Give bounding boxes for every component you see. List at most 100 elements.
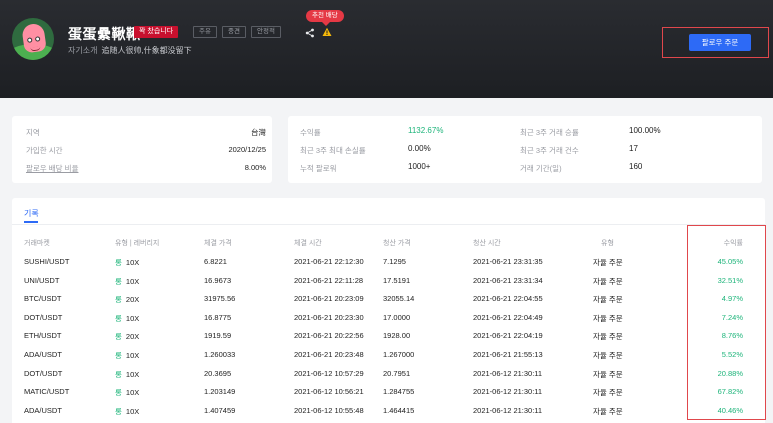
cell-exit-time: 2021-06-12 21:30:11: [473, 387, 543, 397]
cell-order-type: 자율 주문: [593, 388, 623, 398]
cell-direction: 롱 10X: [115, 406, 139, 417]
cell-entry-price: 1919.59: [204, 331, 232, 341]
direction-label: 롱: [115, 295, 122, 305]
followers-label: 누적 팔로워: [300, 164, 337, 173]
trader-tag: 안정적: [251, 26, 281, 38]
cell-direction: 롱 10X: [115, 276, 139, 287]
winrate-value: 100.00%: [629, 126, 661, 135]
full-status-badge: 꽉 찼습니다: [134, 26, 179, 38]
leverage-label: 10X: [125, 258, 140, 267]
warning-icon[interactable]: [322, 27, 332, 37]
cell-entry-price: 1.407459: [204, 405, 236, 415]
column-header-order-type: 유형: [601, 240, 614, 247]
share-icon[interactable]: [305, 28, 315, 38]
cell-entry-price: 1.203149: [204, 387, 236, 397]
joined-row: 가입한 시간 2020/12/25: [26, 145, 266, 155]
direction-label: 롱: [115, 332, 122, 342]
drawdown-label: 최근 3주 최대 손실률: [300, 146, 366, 155]
self-intro-text: 追随人很帅,什象都没留下: [101, 46, 192, 55]
direction-label: 롱: [115, 276, 122, 286]
region-row: 지역 台灣: [26, 127, 266, 137]
column-header-entry-time: 체결 시간: [294, 240, 322, 247]
drawdown-value: 0.00%: [408, 144, 431, 153]
leverage-label: 10X: [125, 276, 140, 286]
cell-order-type: 자율 주문: [593, 276, 623, 286]
follow-order-button[interactable]: 팔로우 주문: [689, 34, 751, 51]
cell-entry-price: 16.9673: [204, 275, 232, 285]
region-label: 지역: [26, 128, 40, 137]
avatar-figure: [21, 22, 47, 54]
trade-count-value: 17: [629, 144, 638, 153]
cell-exit-price: 1.284755: [383, 387, 415, 397]
cell-exit-time: 2021-06-21 23:31:34: [473, 275, 543, 285]
dividend-ratio-label[interactable]: 팔로우 배당 비율: [26, 163, 78, 174]
cell-order-type: 자율 주문: [593, 369, 623, 379]
cell-direction: 롱 20X: [115, 331, 139, 342]
cell-entry-price: 31975.56: [204, 294, 236, 304]
joined-value: 2020/12/25: [228, 145, 266, 154]
self-intro: 자기소개 追随人很帅,什象都没留下: [68, 45, 192, 56]
cell-exit-time: 2021-06-21 23:31:35: [473, 257, 543, 266]
yield-label: 수익률: [300, 128, 321, 137]
avatar[interactable]: [12, 18, 54, 60]
yield-value: 1132.67%: [408, 126, 444, 135]
joined-label: 가입한 시간: [26, 146, 63, 155]
cell-entry-time: 2021-06-12 10:56:21: [294, 387, 364, 397]
leverage-label: 10X: [125, 313, 140, 323]
tab-divider: [12, 224, 765, 225]
cell-direction: 롱 10X: [115, 257, 139, 268]
trader-tag: 중견: [222, 26, 246, 38]
cell-entry-time: 2021-06-12 10:57:29: [294, 368, 364, 378]
cell-market: DOT/USDT: [24, 312, 63, 322]
cell-market: UNI/USDT: [24, 275, 60, 285]
trader-tag: 주유: [193, 26, 217, 38]
trading-stats-card: 수익률 1132.67% 최근 3주 거래 승률 100.00% 최근 3주 최…: [288, 116, 762, 183]
trader-nickname: 蛋蛋纍鞦鞦: [68, 26, 141, 42]
cell-entry-time: 2021-06-21 22:12:30: [294, 257, 364, 266]
direction-label: 롱: [115, 258, 122, 267]
dividend-ratio-value: 8.00%: [244, 163, 266, 172]
cell-entry-time: 2021-06-21 20:22:56: [294, 331, 364, 341]
region-value: 台灣: [251, 128, 266, 137]
direction-label: 롱: [115, 369, 122, 379]
cell-entry-time: 2021-06-12 10:55:48: [294, 405, 364, 415]
cell-exit-time: 2021-06-12 21:30:11: [473, 368, 543, 378]
cell-entry-price: 20.3695: [204, 368, 232, 378]
avatar-eye: [26, 37, 33, 43]
cell-exit-time: 2021-06-21 21:55:13: [473, 350, 543, 359]
leverage-label: 10X: [125, 406, 140, 416]
cell-entry-time: 2021-06-21 20:23:30: [294, 312, 364, 322]
cell-exit-time: 2021-06-21 22:04:55: [473, 294, 543, 304]
cell-market: BTC/USDT: [24, 294, 62, 304]
cell-exit-price: 1.267000: [383, 350, 415, 359]
cell-market: SUSHI/USDT: [24, 257, 70, 266]
cell-entry-price: 6.8221: [204, 257, 227, 266]
trading-period-value: 160: [629, 162, 643, 171]
cell-market: MATIC/USDT: [24, 387, 70, 397]
trade-count-label: 최근 3주 거래 건수: [520, 146, 579, 155]
self-intro-label: 자기소개: [68, 46, 98, 55]
avatar-eye: [34, 36, 41, 42]
cell-exit-price: 32055.14: [383, 294, 415, 304]
direction-label: 롱: [115, 313, 122, 323]
cell-entry-time: 2021-06-21 20:23:48: [294, 350, 364, 359]
cell-market: ETH/USDT: [24, 331, 62, 341]
cell-market: ADA/USDT: [24, 350, 62, 359]
dividend-row: 팔로우 배당 비율 8.00%: [26, 163, 266, 173]
tab-records[interactable]: 기록: [24, 208, 39, 219]
avatar-mouth: [30, 46, 41, 52]
cell-direction: 롱 10X: [115, 350, 139, 361]
cell-order-type: 자율 주문: [593, 295, 623, 305]
profile-header: 蛋蛋纍鞦鞦 꽉 찼습니다 주유 중견 안정적 자기소개 追随人很帅,什象都没留下 …: [0, 0, 773, 98]
cell-order-type: 자율 주문: [593, 313, 623, 323]
cell-exit-price: 1.464415: [383, 405, 415, 415]
followers-value: 1000+: [408, 162, 431, 171]
cell-exit-time: 2021-06-21 22:04:49: [473, 312, 543, 322]
direction-label: 롱: [115, 388, 122, 398]
cell-entry-price: 1.260033: [204, 350, 236, 359]
recommended-dividend-badge: 추천 배당: [306, 10, 344, 26]
cell-market: DOT/USDT: [24, 368, 63, 378]
cell-entry-time: 2021-06-21 20:23:09: [294, 294, 364, 304]
cell-exit-price: 7.1295: [383, 257, 406, 266]
leverage-label: 20X: [125, 332, 140, 342]
